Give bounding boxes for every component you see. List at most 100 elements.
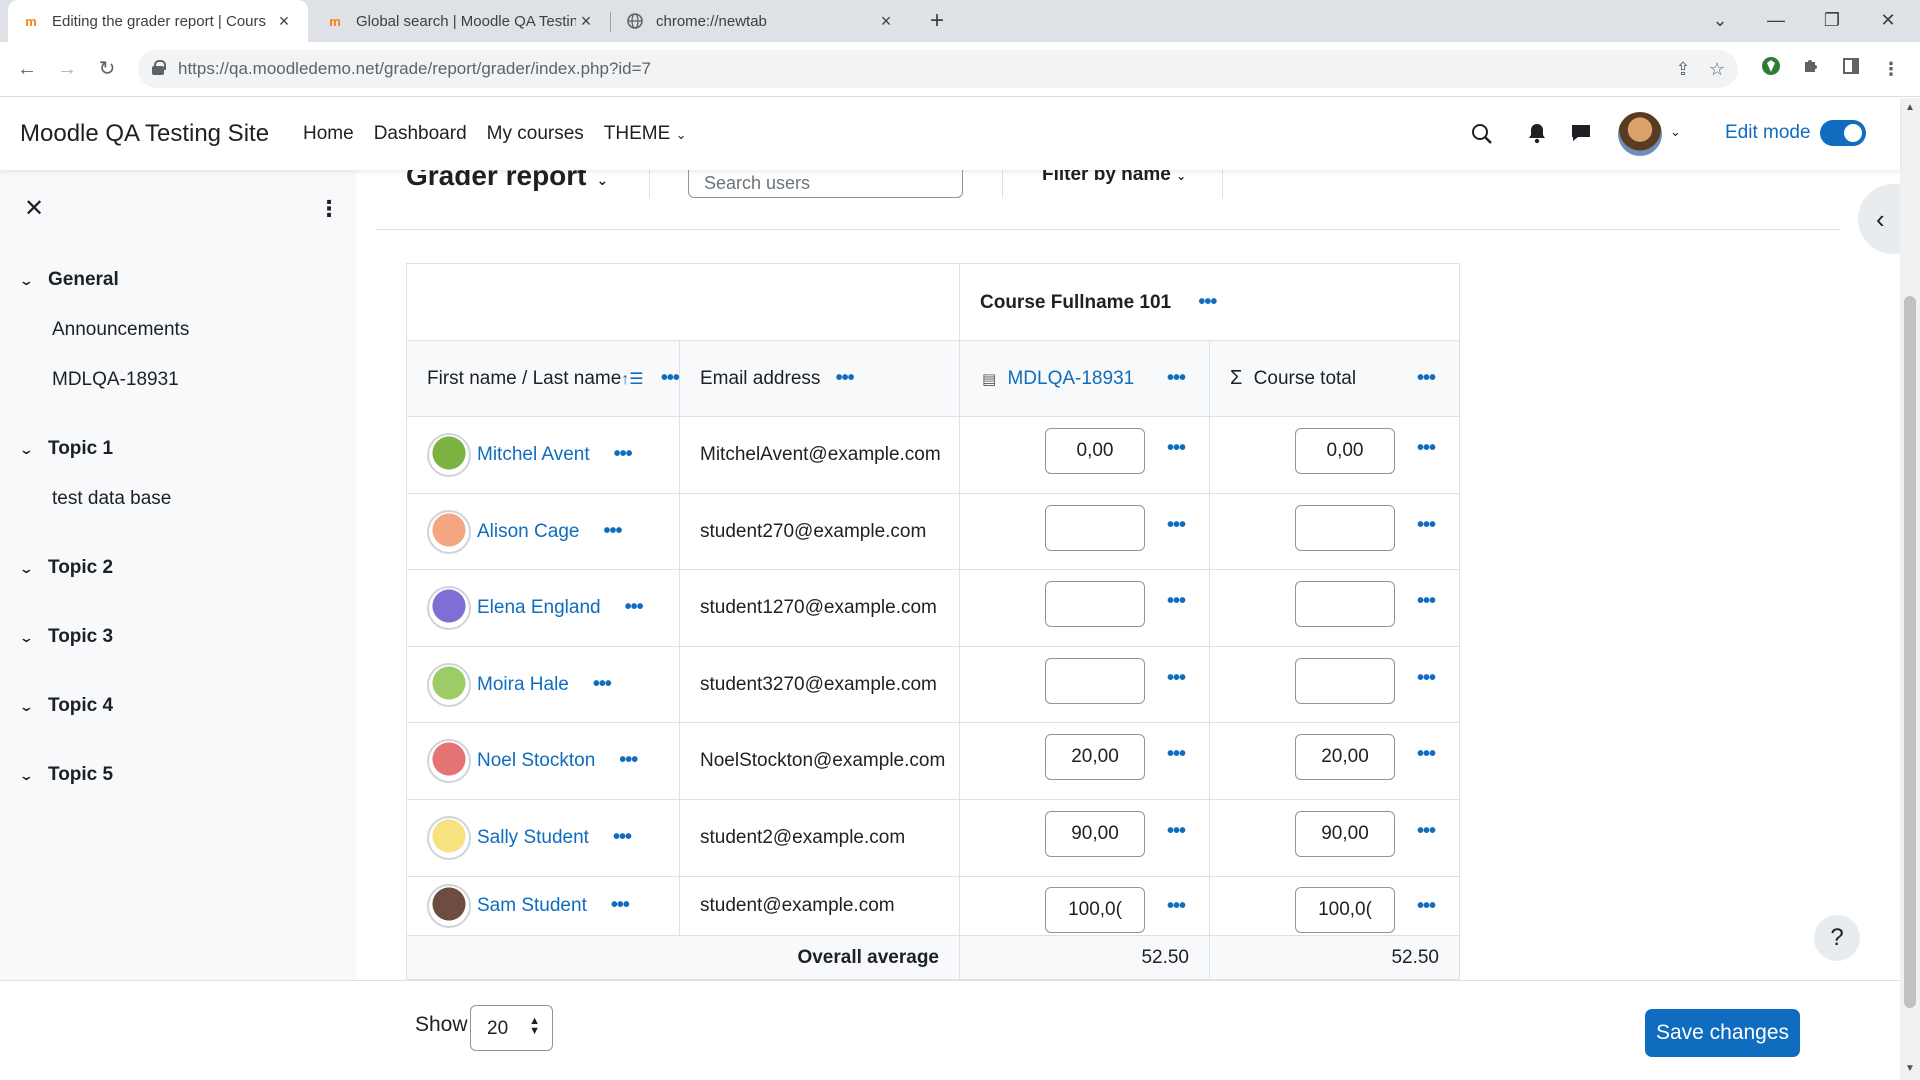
extensions-puzzle-icon[interactable]: [1798, 56, 1824, 82]
course-total-input[interactable]: 0,00: [1295, 428, 1395, 474]
edit-mode-toggle[interactable]: [1820, 120, 1866, 146]
student-name-link[interactable]: Sam Student: [477, 895, 587, 916]
grade-input[interactable]: 100,0(: [1045, 887, 1145, 933]
item-column-options-icon[interactable]: •••: [1167, 367, 1186, 390]
site-name[interactable]: Moodle QA Testing Site: [20, 120, 269, 148]
user-menu-chevron-icon[interactable]: ⌄: [1670, 124, 1681, 140]
close-tab-icon[interactable]: ×: [274, 11, 294, 32]
sort-ascending-icon[interactable]: ↑☰: [621, 371, 643, 388]
search-icon[interactable]: [1470, 122, 1494, 146]
course-total-input[interactable]: [1295, 505, 1395, 551]
course-index-item-mdlqa[interactable]: MDLQA-18931: [52, 369, 179, 391]
drawer-options-icon[interactable]: ⋮: [318, 196, 340, 222]
total-cell-options-icon[interactable]: •••: [1417, 590, 1436, 613]
grade-input[interactable]: 20,00: [1045, 734, 1145, 780]
total-column-options-icon[interactable]: •••: [1417, 367, 1436, 390]
student-options-icon[interactable]: •••: [603, 520, 622, 543]
student-name-link[interactable]: Alison Cage: [477, 521, 579, 542]
nav-theme[interactable]: THEME ⌄: [604, 123, 687, 145]
section-topic-1[interactable]: ⌄ Topic 1: [19, 438, 113, 460]
student-name-link[interactable]: Elena England: [477, 597, 601, 618]
restore-icon[interactable]: ❐: [1804, 0, 1860, 42]
bookmark-star-icon[interactable]: ☆: [1704, 56, 1730, 82]
total-cell-options-icon[interactable]: •••: [1417, 895, 1436, 918]
filter-by-name-button[interactable]: Filter by name ⌄: [1042, 170, 1186, 186]
total-cell-options-icon[interactable]: •••: [1417, 667, 1436, 690]
course-index-item-test-data-base[interactable]: test data base: [52, 488, 171, 510]
student-options-icon[interactable]: •••: [613, 826, 632, 849]
total-cell-options-icon[interactable]: •••: [1417, 437, 1436, 460]
grade-cell-options-icon[interactable]: •••: [1167, 667, 1186, 690]
section-topic-2[interactable]: ⌄ Topic 2: [19, 557, 113, 579]
name-column-options-icon[interactable]: •••: [661, 367, 680, 390]
total-cell-options-icon[interactable]: •••: [1417, 743, 1436, 766]
extension-shield-icon[interactable]: [1758, 56, 1784, 82]
course-total-input[interactable]: 90,00: [1295, 811, 1395, 857]
grade-cell-options-icon[interactable]: •••: [1167, 590, 1186, 613]
grade-input[interactable]: [1045, 658, 1145, 704]
notification-bell-icon[interactable]: [1526, 122, 1550, 146]
grade-input[interactable]: 90,00: [1045, 811, 1145, 857]
messages-icon[interactable]: [1570, 122, 1594, 146]
student-name-link[interactable]: Sally Student: [477, 827, 589, 848]
total-cell-options-icon[interactable]: •••: [1417, 514, 1436, 537]
nav-dashboard[interactable]: Dashboard: [374, 123, 467, 145]
share-icon[interactable]: ⇪: [1670, 56, 1696, 82]
grade-input[interactable]: [1045, 505, 1145, 551]
user-avatar[interactable]: [427, 509, 471, 554]
per-page-select[interactable]: 20 ▲ ▼: [470, 1005, 553, 1051]
user-avatar[interactable]: [427, 884, 471, 928]
scroll-up-icon[interactable]: ▲: [1905, 102, 1915, 113]
section-topic-5[interactable]: ⌄ Topic 5: [19, 764, 113, 786]
course-options-icon[interactable]: •••: [1198, 291, 1217, 314]
open-block-drawer-button[interactable]: ‹: [1858, 184, 1900, 254]
student-options-icon[interactable]: •••: [614, 443, 633, 466]
user-avatar[interactable]: [427, 662, 471, 707]
page-scrollbar[interactable]: ▲ ▼: [1900, 98, 1920, 1080]
search-users-input[interactable]: Search users: [688, 170, 963, 198]
student-options-icon[interactable]: •••: [611, 894, 630, 917]
nav-home[interactable]: Home: [303, 123, 354, 145]
save-changes-button[interactable]: Save changes: [1645, 1009, 1800, 1057]
user-avatar[interactable]: [1618, 112, 1662, 156]
side-panel-icon[interactable]: [1838, 56, 1864, 82]
grade-cell-options-icon[interactable]: •••: [1167, 895, 1186, 918]
scrollbar-thumb[interactable]: [1904, 296, 1916, 1008]
close-drawer-icon[interactable]: ✕: [24, 194, 44, 223]
student-name-link[interactable]: Noel Stockton: [477, 750, 595, 771]
help-button[interactable]: ?: [1814, 915, 1860, 961]
grade-cell-options-icon[interactable]: •••: [1167, 514, 1186, 537]
student-options-icon[interactable]: •••: [625, 596, 644, 619]
grade-item-link[interactable]: MDLQA-18931: [1007, 368, 1134, 389]
email-column-options-icon[interactable]: •••: [836, 367, 855, 390]
section-topic-3[interactable]: ⌄ Topic 3: [19, 626, 113, 648]
grade-input[interactable]: [1045, 581, 1145, 627]
user-avatar[interactable]: [427, 816, 471, 860]
course-index-item-announcements[interactable]: Announcements: [52, 319, 189, 341]
grade-cell-options-icon[interactable]: •••: [1167, 437, 1186, 460]
course-total-input[interactable]: [1295, 581, 1395, 627]
browser-tab-global-search[interactable]: m Global search | Moodle QA Testin ×: [312, 0, 610, 42]
course-total-input[interactable]: 20,00: [1295, 734, 1395, 780]
grade-cell-options-icon[interactable]: •••: [1167, 743, 1186, 766]
new-tab-icon[interactable]: +: [922, 6, 952, 36]
nav-my-courses[interactable]: My courses: [487, 123, 584, 145]
grade-cell-options-icon[interactable]: •••: [1167, 820, 1186, 843]
student-name-link[interactable]: Moira Hale: [477, 674, 569, 695]
browser-menu-icon[interactable]: ⋮: [1878, 56, 1904, 82]
tab-search-chevron-icon[interactable]: ⌄: [1692, 0, 1748, 42]
reload-icon[interactable]: ↻: [92, 54, 122, 84]
browser-tab-grader[interactable]: m Editing the grader report | Cours ×: [8, 0, 308, 42]
user-avatar[interactable]: [427, 739, 471, 783]
user-avatar[interactable]: [427, 433, 471, 477]
course-total-input[interactable]: [1295, 658, 1395, 704]
address-bar[interactable]: https://qa.moodledemo.net/grade/report/g…: [138, 50, 1738, 88]
close-tab-icon[interactable]: ×: [576, 11, 596, 32]
forward-icon[interactable]: →: [52, 54, 82, 84]
close-tab-icon[interactable]: ×: [876, 11, 896, 32]
student-name-link[interactable]: Mitchel Avent: [477, 444, 590, 465]
minimize-icon[interactable]: —: [1748, 0, 1804, 42]
section-topic-4[interactable]: ⌄ Topic 4: [19, 695, 113, 717]
course-total-input[interactable]: 100,0(: [1295, 887, 1395, 933]
back-icon[interactable]: ←: [12, 54, 42, 84]
